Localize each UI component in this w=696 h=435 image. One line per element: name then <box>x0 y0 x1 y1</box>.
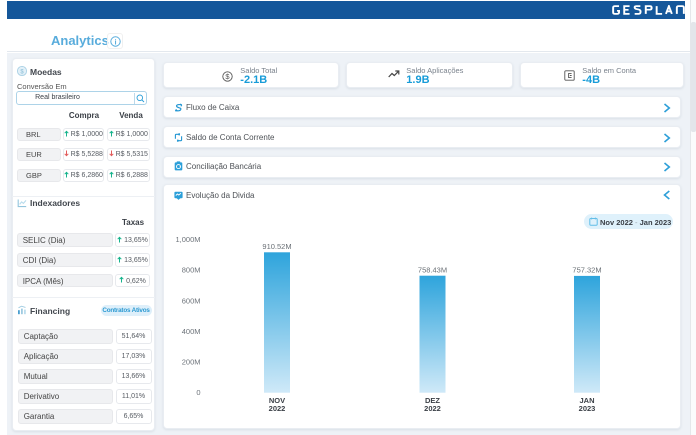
svg-text:2023: 2023 <box>579 404 596 413</box>
svg-text:1,000M: 1,000M <box>175 235 200 244</box>
svg-text:757.32M: 757.32M <box>572 266 601 275</box>
svg-text:200M: 200M <box>182 358 201 367</box>
svg-text:800M: 800M <box>182 266 201 275</box>
svg-text:600M: 600M <box>182 296 201 305</box>
svg-text:i: i <box>114 37 116 46</box>
svg-text:2022: 2022 <box>424 404 441 413</box>
svg-text:910.52M: 910.52M <box>262 242 291 251</box>
svg-text:2022: 2022 <box>269 404 286 413</box>
svg-text:758.43M: 758.43M <box>418 265 447 274</box>
svg-text:400M: 400M <box>182 327 201 336</box>
svg-text:$: $ <box>225 72 230 81</box>
svg-text:0: 0 <box>196 388 200 397</box>
